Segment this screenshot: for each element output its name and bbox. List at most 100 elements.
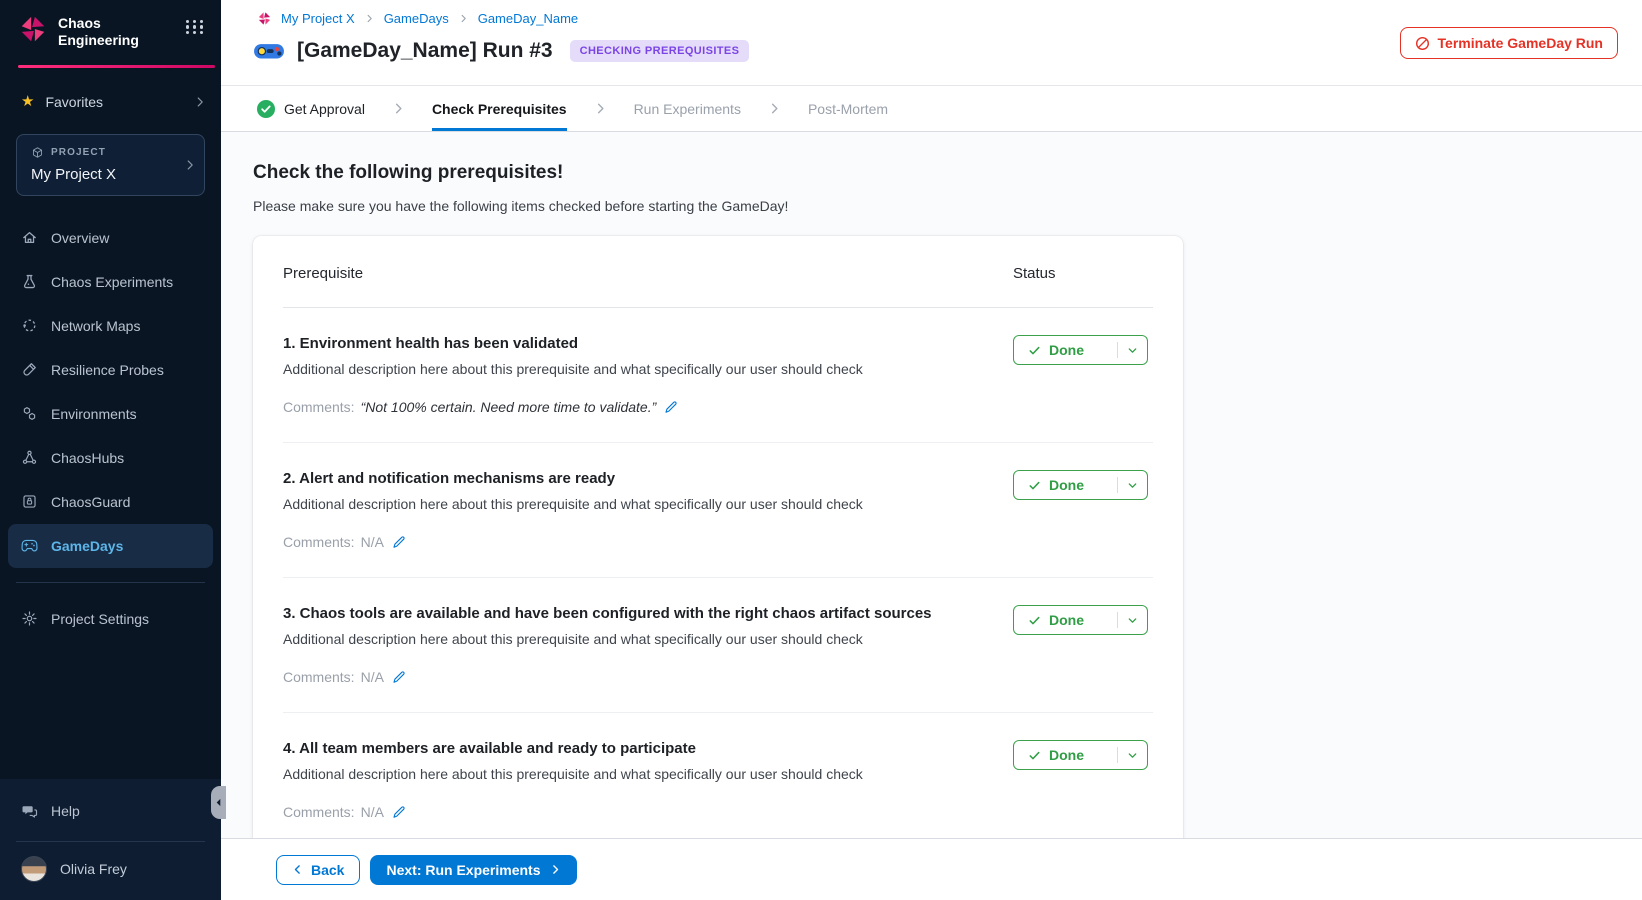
accent-divider (18, 65, 215, 68)
sidebar-item-project-settings[interactable]: Project Settings (0, 597, 221, 641)
sidebar-item-chaos-experiments[interactable]: Chaos Experiments (0, 260, 221, 304)
page-header: My Project X GameDays GameDay_Name [Game… (221, 0, 1642, 86)
check-icon (1028, 614, 1041, 627)
sidebar-item-gamedays[interactable]: GameDays (8, 524, 213, 568)
user-menu[interactable]: Olivia Frey (0, 848, 221, 900)
content-subheading: Please make sure you have the following … (253, 198, 1642, 214)
sidebar-item-help[interactable]: Help (0, 791, 221, 831)
step-run-experiments[interactable]: Run Experiments (634, 86, 741, 131)
breadcrumb: My Project X GameDays GameDay_Name (257, 11, 578, 26)
run-stepper: Get Approval Check Prerequisites Run Exp… (221, 86, 1642, 132)
home-icon (21, 229, 38, 246)
prerequisite-row: 3. Chaos tools are available and have be… (283, 577, 1153, 712)
chevron-right-icon (364, 13, 375, 24)
edit-comment-icon[interactable] (392, 805, 406, 819)
next-run-experiments-button[interactable]: Next: Run Experiments (370, 855, 576, 885)
prerequisite-row: 1. Environment health has been validated… (283, 308, 1153, 442)
project-selector[interactable]: PROJECT My Project X (16, 134, 205, 196)
chevron-right-icon (183, 158, 197, 172)
edit-comment-icon[interactable] (392, 670, 406, 684)
prerequisite-title: 3. Chaos tools are available and have be… (283, 604, 1013, 624)
brand-line2: Engineering (58, 32, 186, 49)
comment-value: N/A (361, 532, 384, 552)
prerequisite-description: Additional description here about this p… (283, 359, 1013, 379)
comment-value: “Not 100% certain. Need more time to val… (361, 397, 657, 417)
cancel-icon (1415, 36, 1430, 51)
sidebar-header: Chaos Engineering (0, 0, 221, 61)
star-icon: ★ (21, 94, 34, 109)
sidebar-item-overview[interactable]: Overview (0, 216, 221, 260)
edit-comment-icon[interactable] (664, 400, 678, 414)
step-get-approval[interactable]: Get Approval (257, 86, 365, 131)
status-done-button[interactable]: Done (1013, 740, 1148, 770)
edit-comment-icon[interactable] (392, 535, 406, 549)
divider (16, 582, 205, 583)
chevron-right-icon (391, 101, 406, 116)
cube-icon (31, 146, 44, 159)
check-icon (1028, 344, 1041, 357)
project-name: My Project X (31, 166, 178, 183)
sidebar-item-resilience-probes[interactable]: Resilience Probes (0, 348, 221, 392)
chevron-down-icon[interactable] (1118, 480, 1147, 491)
sidebar-bottom: Help Olivia Frey (0, 779, 221, 900)
prerequisite-title: 2. Alert and notification mechanisms are… (283, 469, 1013, 489)
prerequisites-card: Prerequisite Status 1. Environment healt… (253, 236, 1183, 838)
comment-value: N/A (361, 667, 384, 687)
sidebar-collapse-handle[interactable] (211, 786, 226, 819)
content-heading: Check the following prerequisites! (253, 162, 1642, 184)
prerequisite-title: 4. All team members are available and re… (283, 739, 1013, 759)
sidebar-item-network-maps[interactable]: Network Maps (0, 304, 221, 348)
brand-line1: Chaos (58, 15, 186, 32)
avatar (21, 856, 47, 882)
chevron-right-icon (193, 95, 207, 109)
step-check-prerequisites[interactable]: Check Prerequisites (432, 86, 567, 131)
breadcrumb-gamedays[interactable]: GameDays (384, 11, 449, 26)
comments-label: Comments: (283, 802, 355, 822)
check-circle-icon (257, 100, 275, 118)
status-done-button[interactable]: Done (1013, 335, 1148, 365)
status-done-button[interactable]: Done (1013, 605, 1148, 635)
chevron-right-icon (767, 101, 782, 116)
sidebar-favorites[interactable]: ★ Favorites (0, 90, 221, 114)
gamepad-icon (21, 537, 38, 554)
chevron-down-icon[interactable] (1118, 345, 1147, 356)
chat-help-icon (21, 803, 38, 820)
status-badge: CHECKING PREREQUISITES (570, 40, 750, 62)
main-area: My Project X GameDays GameDay_Name [Game… (221, 0, 1642, 900)
comments-label: Comments: (283, 397, 355, 417)
gear-icon (21, 610, 38, 627)
flask-icon (21, 273, 38, 290)
prerequisite-title: 1. Environment health has been validated (283, 334, 1013, 354)
probe-icon (21, 361, 38, 378)
chevron-down-icon[interactable] (1118, 750, 1147, 761)
terminate-gameday-run-button[interactable]: Terminate GameDay Run (1400, 27, 1618, 59)
molecule-icon (21, 449, 38, 466)
breadcrumb-gameday-name[interactable]: GameDay_Name (478, 11, 578, 26)
step-post-mortem[interactable]: Post-Mortem (808, 86, 888, 131)
prerequisite-description: Additional description here about this p… (283, 494, 1013, 514)
app-grid-icon[interactable] (186, 14, 205, 34)
sidebar-item-environments[interactable]: Environments (0, 392, 221, 436)
prerequisite-description: Additional description here about this p… (283, 764, 1013, 784)
favorites-label: Favorites (45, 94, 103, 110)
breadcrumb-project[interactable]: My Project X (281, 11, 355, 26)
check-icon (1028, 749, 1041, 762)
chevron-down-icon[interactable] (1118, 615, 1147, 626)
prerequisite-row: 2. Alert and notification mechanisms are… (283, 442, 1153, 577)
chevron-right-icon (593, 101, 608, 116)
sidebar-item-chaosguard[interactable]: ChaosGuard (0, 480, 221, 524)
status-done-button[interactable]: Done (1013, 470, 1148, 500)
check-icon (1028, 479, 1041, 492)
page-title: [GameDay_Name] Run #3 (297, 39, 553, 63)
chevron-right-icon (550, 864, 561, 875)
chevron-right-icon (458, 13, 469, 24)
chaos-engineering-logo-icon (18, 14, 48, 44)
prerequisite-description: Additional description here about this p… (283, 629, 1013, 649)
column-status: Status (1013, 265, 1153, 282)
user-name: Olivia Frey (60, 861, 127, 877)
sidebar: Chaos Engineering ★ Favorites PROJECT My… (0, 0, 221, 900)
back-button[interactable]: Back (276, 855, 360, 885)
sidebar-item-chaoshubs[interactable]: ChaosHubs (0, 436, 221, 480)
lock-square-icon (21, 493, 38, 510)
prerequisite-row: 4. All team members are available and re… (283, 712, 1153, 838)
